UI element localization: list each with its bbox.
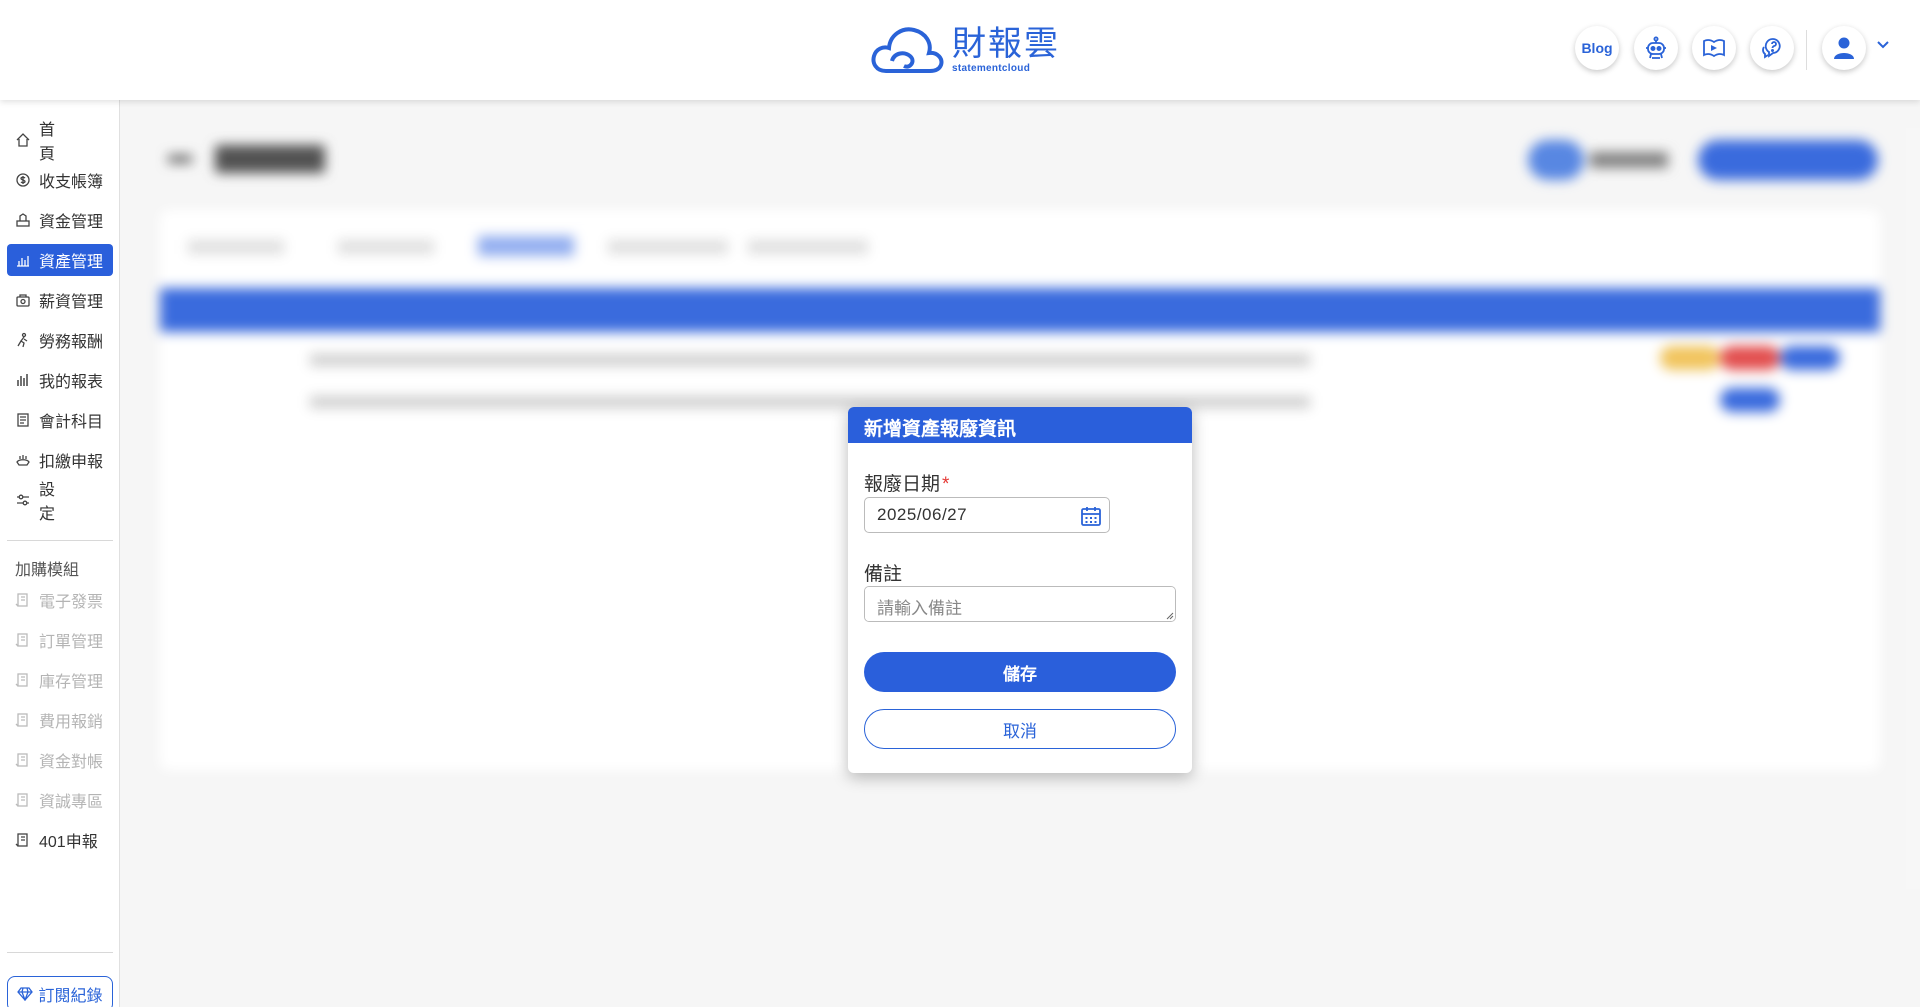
top-header: 財報雲 statementcloud Blog (0, 0, 1920, 100)
help-chat-button[interactable] (1750, 26, 1794, 70)
save-button[interactable]: 儲存 (864, 652, 1176, 692)
sidebar-item-label: 訂單管理 (39, 634, 104, 651)
sidebar-item-label: 401申報 (39, 834, 98, 851)
required-mark: * (942, 474, 950, 495)
module-icon (15, 713, 28, 727)
logo-name-en: statementcloud (952, 62, 1031, 74)
module-icon (15, 833, 28, 847)
header-divider (1806, 30, 1807, 70)
sidebar-item-expenses[interactable]: 費用報銷 (7, 704, 113, 736)
sidebar-item-labor[interactable]: 勞務報酬 (7, 324, 113, 356)
diamond-icon (17, 987, 34, 1001)
sidebar-item-assets[interactable]: 資產管理 (7, 244, 113, 276)
sidebar-item-settings[interactable]: 設定 (7, 482, 113, 523)
home-icon (16, 133, 30, 147)
sidebar-item-pwc[interactable]: 資誠專區 (7, 784, 113, 816)
app-logo[interactable]: 財報雲 statementcloud (870, 22, 1060, 78)
module-icon (15, 793, 28, 807)
salary-icon (16, 294, 30, 307)
sidebar: 首頁 收支帳簿 資金管理 資產管理 薪資管理 勞務報酬 我的報表 會計科目 扣繳… (0, 100, 120, 1007)
calendar-icon[interactable] (1080, 505, 1102, 527)
sidebar-item-label: 會計科目 (39, 414, 104, 431)
module-icon (15, 593, 28, 607)
subscription-button[interactable]: 訂閱紀錄 (7, 976, 113, 1007)
chevron-down-icon[interactable] (1876, 40, 1890, 50)
sidebar-item-orders[interactable]: 訂單管理 (7, 624, 113, 656)
sidebar-item-label: 電子發票 (39, 594, 104, 611)
video-tutorial-button[interactable] (1692, 26, 1736, 70)
sidebar-item-label: 勞務報酬 (39, 334, 104, 351)
sidebar-divider (7, 540, 113, 541)
video-book-icon (1703, 39, 1725, 58)
sidebar-item-ledger[interactable]: 收支帳簿 (7, 164, 113, 196)
sidebar-item-label: 設定 (39, 482, 86, 523)
blog-button[interactable]: Blog (1575, 26, 1619, 70)
sidebar-item-salary[interactable]: 薪資管理 (7, 284, 113, 316)
withholding-icon (16, 455, 30, 466)
note-label: 備註 (864, 564, 903, 585)
labor-icon (17, 332, 28, 348)
sidebar-item-label: 庫存管理 (39, 674, 104, 691)
sidebar-item-einvoice[interactable]: 電子發票 (7, 584, 113, 616)
date-label-text: 報廢日期 (864, 474, 941, 495)
cloud-logo-icon (871, 27, 944, 73)
robot-icon (1646, 36, 1666, 59)
dialog-title: 新增資產報廢資訊 (848, 407, 1192, 443)
sidebar-item-label: 資誠專區 (39, 794, 104, 811)
sidebar-item-reconcile[interactable]: 資金對帳 (7, 744, 113, 776)
sidebar-item-label: 首頁 (39, 122, 86, 163)
sidebar-item-label: 收支帳簿 (39, 174, 104, 191)
accounts-icon (17, 413, 29, 427)
sidebar-divider (7, 952, 113, 953)
scrap-asset-dialog: 新增資產報廢資訊 報廢日期* 2025/06/27 備註 儲存 取消 (848, 407, 1192, 773)
sidebar-item-label: 扣繳申報 (39, 454, 104, 471)
sidebar-item-label: 資產管理 (39, 254, 104, 271)
user-avatar-button[interactable] (1822, 26, 1866, 70)
module-icon (15, 673, 28, 687)
help-chat-icon (1762, 38, 1781, 59)
funds-icon (16, 213, 30, 227)
sidebar-item-home[interactable]: 首頁 (7, 122, 113, 163)
module-icon (15, 633, 28, 647)
assets-icon (17, 256, 29, 267)
logo-name-cn: 財報雲 (952, 23, 1060, 64)
sidebar-item-accounts[interactable]: 會計科目 (7, 404, 113, 436)
cancel-button[interactable]: 取消 (864, 709, 1176, 749)
settings-icon (17, 494, 29, 506)
sidebar-item-reports[interactable]: 我的報表 (7, 364, 113, 396)
sidebar-item-inventory[interactable]: 庫存管理 (7, 664, 113, 696)
sidebar-item-label: 資金管理 (39, 214, 104, 231)
sidebar-item-label: 資金對帳 (39, 754, 104, 771)
note-textarea[interactable] (864, 586, 1176, 622)
scrap-date-value: 2025/06/27 (877, 505, 968, 524)
sidebar-item-401[interactable]: 401申報 (7, 824, 113, 856)
date-label: 報廢日期 * (864, 469, 949, 496)
money-icon (16, 173, 30, 187)
module-icon (15, 753, 28, 767)
user-icon (1834, 37, 1854, 59)
scrap-date-input[interactable]: 2025/06/27 (864, 497, 1110, 533)
chart-icon (17, 374, 28, 386)
sidebar-item-withholding[interactable]: 扣繳申報 (7, 444, 113, 476)
sidebar-item-label: 我的報表 (39, 374, 104, 391)
subscription-label: 訂閱紀錄 (38, 988, 103, 1005)
addon-heading: 加購模組 (15, 562, 80, 579)
sidebar-item-funds[interactable]: 資金管理 (7, 204, 113, 236)
sidebar-item-label: 薪資管理 (39, 294, 104, 311)
ai-assistant-button[interactable] (1634, 26, 1678, 70)
sidebar-item-label: 費用報銷 (39, 714, 104, 731)
